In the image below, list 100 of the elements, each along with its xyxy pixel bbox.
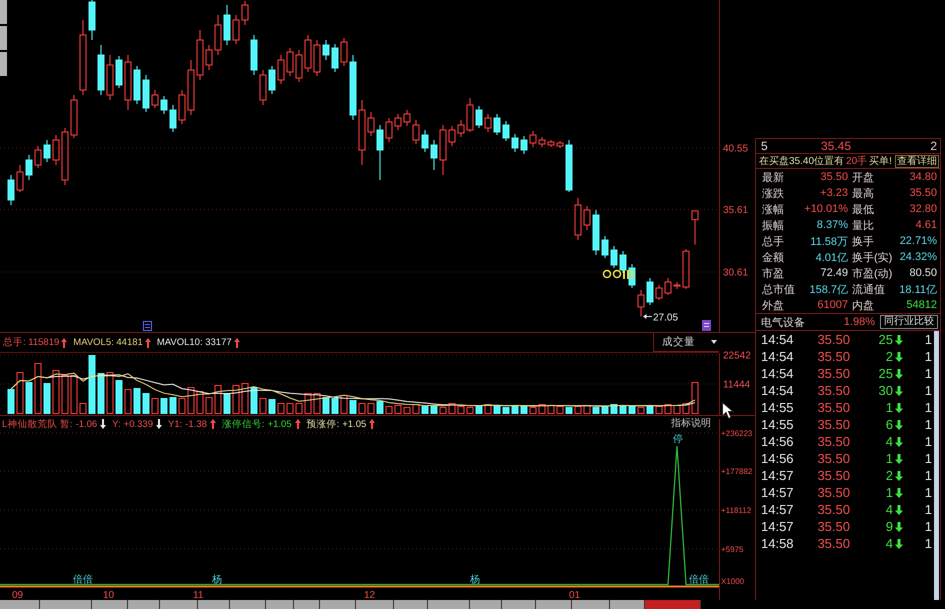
stat-value: 18.11亿 (898, 282, 937, 296)
industry-change: 1.98% (842, 316, 875, 328)
stat-value: 4.01亿 (814, 250, 848, 264)
trade-volume: 4 (884, 536, 893, 551)
legend-value: -1.38 (185, 418, 207, 430)
bottom-tab[interactable] (610, 600, 645, 609)
trade-time: 14:55 (761, 417, 795, 432)
stat-label: 总市值 (762, 282, 796, 296)
signal-label: 杨 (212, 574, 222, 586)
date-label: 10 (103, 590, 114, 600)
trade-count: 1 (924, 400, 933, 415)
stat-label: 涨幅 (762, 202, 785, 216)
order-volume: 2 (930, 139, 937, 153)
trade-count: 1 (924, 519, 933, 534)
bottom-tab[interactable] (502, 600, 536, 609)
scrollbar-thumb[interactable] (934, 331, 939, 600)
indicator-dropdown[interactable]: 成交量 (653, 333, 719, 352)
candlestick (188, 60, 194, 116)
indicator-help-button[interactable]: 指标说明 (669, 418, 713, 430)
bars-icon (623, 270, 633, 279)
bottom-tab[interactable] (0, 600, 40, 609)
bottom-tab[interactable] (266, 600, 294, 609)
notice-text: 在买盘35.40位置有 (759, 154, 844, 168)
stat-value: 32.80 (908, 203, 937, 215)
bottom-tab[interactable] (470, 600, 502, 609)
stat-label: 涨跌 (762, 186, 785, 200)
trade-time: 14:58 (761, 536, 795, 551)
bottom-tab[interactable] (294, 600, 320, 609)
trade-price: 35.50 (816, 468, 850, 483)
trade-time: 14:57 (761, 502, 795, 517)
stat-value: 35.50 (819, 171, 848, 183)
event-marker-icon (702, 320, 711, 331)
signal-label: 倍倍 (73, 574, 93, 586)
candlestick (350, 54, 356, 120)
stat-label: 换手(实) (851, 250, 894, 264)
trade-time: 14:55 (761, 400, 795, 415)
legend-value: +0.339 (124, 418, 153, 430)
trade-price: 35.50 (816, 349, 850, 364)
trade-time: 14:56 (761, 434, 795, 449)
bottom-tab[interactable] (230, 600, 266, 609)
candlestick (260, 70, 266, 106)
candlestick (358, 100, 366, 166)
candlestick (52, 134, 60, 166)
trade-volume: 1 (884, 400, 893, 415)
view-details-button[interactable]: 查看详细 (895, 154, 939, 168)
volume-axis-label: 11444 (723, 380, 750, 390)
candlestick (224, 4, 230, 46)
price-axis-label: 40.55 (723, 143, 748, 154)
trade-volume: 25 (878, 366, 893, 381)
legend-label: 预涨停: (306, 418, 340, 430)
bottom-tab[interactable] (160, 600, 198, 609)
event-marker-icon (143, 321, 152, 331)
bottom-tab[interactable] (198, 600, 230, 609)
date-label: 11 (193, 590, 204, 600)
bottom-tab[interactable] (428, 600, 470, 609)
legend-text: MAVOL5: 44181 (73, 337, 143, 348)
candlestick (196, 30, 204, 80)
signal-label: 倍倍 (689, 574, 709, 586)
trade-count: 1 (924, 332, 933, 347)
trade-volume: 1 (884, 451, 893, 466)
indicator-axis-label: +177882 (721, 467, 752, 476)
trade-time: 14:57 (761, 485, 795, 500)
candlestick (574, 198, 582, 240)
trade-count: 1 (924, 502, 933, 517)
peer-compare-button[interactable]: 同行业比较 (880, 315, 938, 329)
legend-label: L神仙散荒队 暂: (2, 418, 73, 430)
trade-time: 14:54 (761, 383, 795, 398)
caret-down-icon (711, 340, 717, 344)
signal-label: 停 (673, 434, 683, 445)
candlestick (80, 20, 86, 96)
bottom-tab[interactable] (320, 600, 356, 609)
trade-price: 35.50 (816, 366, 850, 381)
stat-label: 振幅 (762, 218, 785, 232)
trade-time: 14:57 (761, 519, 795, 534)
stat-label: 量比 (851, 218, 875, 232)
trade-count: 1 (924, 536, 933, 551)
indicator-axis-label: +5975 (721, 545, 744, 554)
stat-value: 72.49 (819, 267, 848, 279)
stat-value: 22.71% (898, 235, 937, 247)
bottom-tab[interactable] (572, 600, 610, 609)
date-label: 01 (569, 590, 580, 600)
bottom-tab[interactable] (128, 600, 160, 609)
trade-time: 14:54 (761, 349, 795, 364)
stat-label: 金额 (762, 250, 785, 264)
candlestick (430, 140, 438, 170)
price-axis-label: 35.61 (723, 205, 748, 216)
order-level: 5 (761, 139, 769, 153)
bottom-tab[interactable] (356, 600, 394, 609)
bottom-tab[interactable] (92, 600, 128, 609)
bottom-tab[interactable] (536, 600, 572, 609)
candlestick (26, 154, 32, 180)
candlestick (322, 40, 330, 60)
bottom-tab[interactable] (394, 600, 428, 609)
candlestick (106, 54, 114, 100)
date-label: 12 (364, 590, 376, 600)
trade-price: 35.50 (816, 536, 850, 551)
trade-price: 35.50 (816, 383, 850, 398)
industry-name: 电气设备 (761, 316, 806, 330)
candlestick (376, 124, 384, 180)
signal-label: 杨 (470, 574, 480, 586)
